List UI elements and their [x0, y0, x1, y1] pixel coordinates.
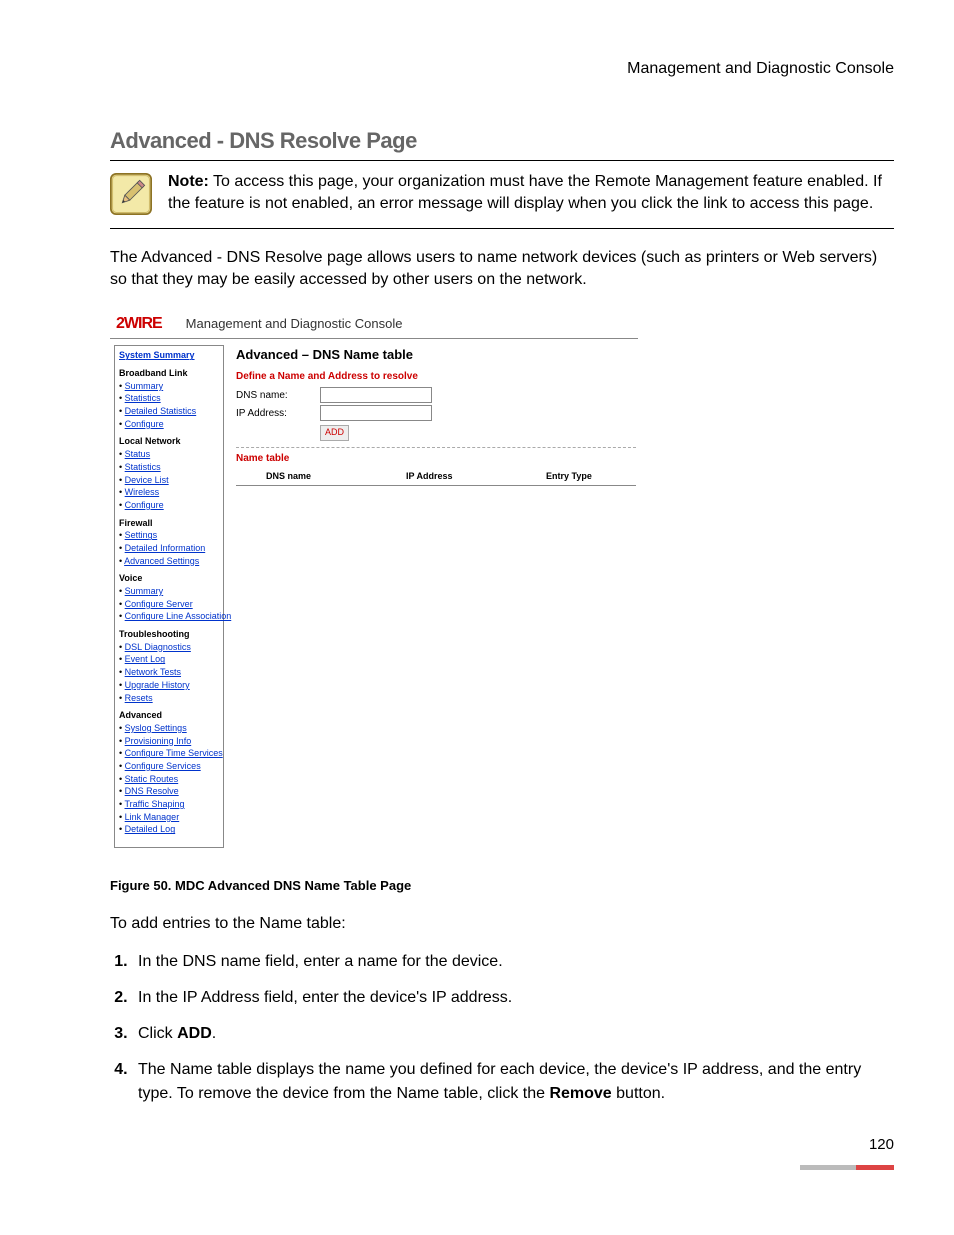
form-section-title: Define a Name and Address to resolve: [236, 370, 636, 383]
sidebar-group-title: Broadband Link: [119, 368, 219, 380]
rule-bottom: [110, 228, 894, 229]
logo: 2WIRE: [116, 314, 162, 335]
step-item: Click ADD.: [132, 1022, 894, 1046]
sidebar-item[interactable]: • Link Manager: [119, 812, 219, 824]
main-panel: Advanced – DNS Name table Define a Name …: [224, 339, 646, 848]
sidebar-item[interactable]: • Wireless: [119, 487, 219, 499]
sidebar-group-title: Local Network: [119, 436, 219, 448]
step-item: In the DNS name field, enter a name for …: [132, 950, 894, 974]
steps-list: In the DNS name field, enter a name for …: [110, 950, 894, 1106]
ip-address-input[interactable]: [320, 405, 432, 421]
dns-name-input[interactable]: [320, 387, 432, 403]
col-dns-name: DNS name: [236, 471, 406, 483]
sidebar: System Summary Broadband Link• Summary• …: [114, 345, 224, 848]
sidebar-item[interactable]: • Configure Server: [119, 599, 219, 611]
footer-bar: [110, 1165, 894, 1170]
name-table-title: Name table: [236, 452, 636, 465]
sidebar-item[interactable]: • Resets: [119, 693, 219, 705]
console-top-bar: 2WIRE Management and Diagnostic Console: [110, 310, 638, 340]
sidebar-group-title: Voice: [119, 573, 219, 585]
sidebar-group-title: Advanced: [119, 710, 219, 722]
sidebar-item[interactable]: • Syslog Settings: [119, 723, 219, 735]
rule-top: [110, 160, 894, 161]
note-text: Note: To access this page, your organiza…: [168, 171, 894, 216]
step-item: The Name table displays the name you def…: [132, 1058, 894, 1106]
sidebar-item[interactable]: • Event Log: [119, 654, 219, 666]
dns-name-label: DNS name:: [236, 389, 320, 402]
add-button[interactable]: ADD: [320, 425, 349, 441]
sidebar-item[interactable]: • Configure Line Association: [119, 611, 219, 623]
table-header: DNS name IP Address Entry Type: [236, 469, 636, 486]
sidebar-item[interactable]: • Network Tests: [119, 667, 219, 679]
console-title: Management and Diagnostic Console: [186, 316, 403, 333]
sidebar-system-summary[interactable]: System Summary: [119, 350, 219, 362]
sidebar-item[interactable]: • Configure: [119, 419, 219, 431]
footer-bar-grey: [800, 1165, 856, 1170]
sidebar-item[interactable]: • Status: [119, 449, 219, 461]
sidebar-item[interactable]: • Summary: [119, 381, 219, 393]
sidebar-item[interactable]: • Traffic Shaping: [119, 799, 219, 811]
col-ip-address: IP Address: [406, 471, 546, 483]
console-figure: 2WIRE Management and Diagnostic Console …: [110, 310, 638, 849]
col-entry-type: Entry Type: [546, 471, 636, 483]
sidebar-item[interactable]: • Summary: [119, 586, 219, 598]
pencil-icon: [110, 173, 152, 215]
sidebar-item[interactable]: • Static Routes: [119, 774, 219, 786]
panel-heading: Advanced – DNS Name table: [236, 347, 636, 364]
sidebar-item[interactable]: • Configure: [119, 500, 219, 512]
step-item: In the IP Address field, enter the devic…: [132, 986, 894, 1010]
doc-header: Management and Diagnostic Console: [110, 60, 894, 78]
page-number: 120: [110, 1136, 894, 1153]
sidebar-item[interactable]: • Configure Time Services: [119, 748, 219, 760]
note-label: Note:: [168, 173, 209, 190]
sidebar-item[interactable]: • Configure Services: [119, 761, 219, 773]
sidebar-item[interactable]: • DSL Diagnostics: [119, 642, 219, 654]
steps-intro: To add entries to the Name table:: [110, 913, 894, 935]
sidebar-item[interactable]: • Device List: [119, 475, 219, 487]
sidebar-item[interactable]: • Detailed Log: [119, 824, 219, 836]
sidebar-item[interactable]: • Detailed Statistics: [119, 406, 219, 418]
sidebar-item[interactable]: • Upgrade History: [119, 680, 219, 692]
figure-caption: Figure 50. MDC Advanced DNS Name Table P…: [110, 878, 894, 893]
sidebar-group-title: Firewall: [119, 518, 219, 530]
dashed-separator: [236, 447, 636, 448]
sidebar-item[interactable]: • Advanced Settings: [119, 556, 219, 568]
ip-address-label: IP Address:: [236, 407, 320, 420]
sidebar-item[interactable]: • Detailed Information: [119, 543, 219, 555]
section-title: Advanced - DNS Resolve Page: [110, 128, 894, 154]
sidebar-item[interactable]: • Statistics: [119, 393, 219, 405]
note-box: Note: To access this page, your organiza…: [110, 167, 894, 226]
sidebar-item[interactable]: • Statistics: [119, 462, 219, 474]
intro-text: The Advanced - DNS Resolve page allows u…: [110, 247, 894, 292]
sidebar-item[interactable]: • DNS Resolve: [119, 786, 219, 798]
sidebar-item[interactable]: • Settings: [119, 530, 219, 542]
sidebar-item[interactable]: • Provisioning Info: [119, 736, 219, 748]
note-body: To access this page, your organization m…: [168, 173, 882, 212]
footer-bar-red: [856, 1165, 894, 1170]
sidebar-group-title: Troubleshooting: [119, 629, 219, 641]
